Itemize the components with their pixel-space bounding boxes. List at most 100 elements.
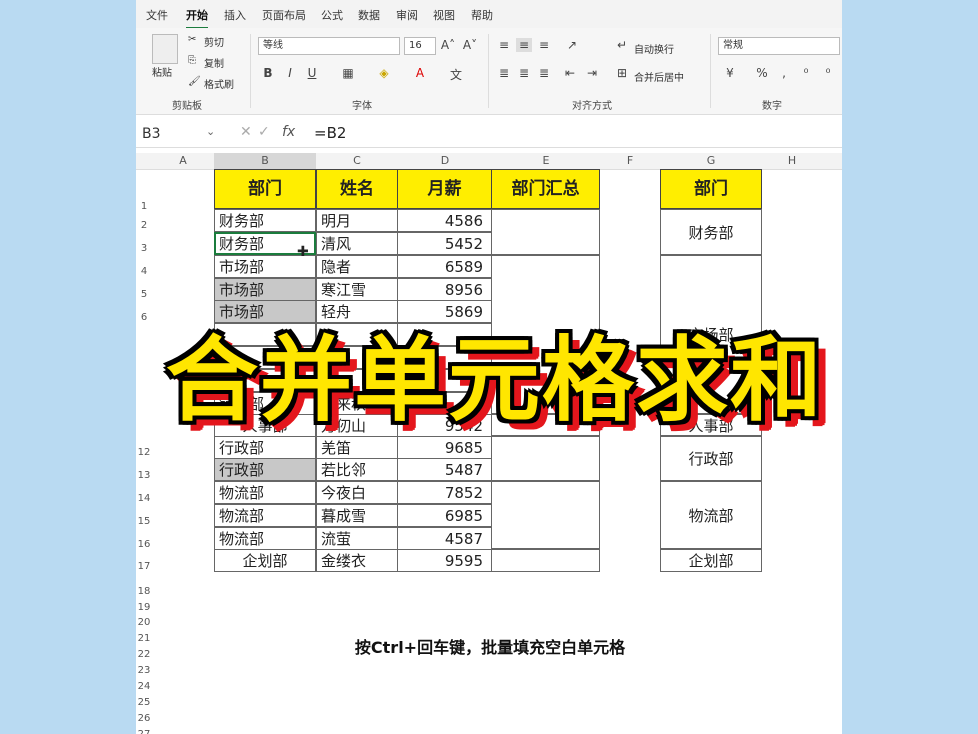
merge-center-icon[interactable]: ⊞	[614, 66, 630, 80]
bold-icon[interactable]: B	[260, 66, 276, 80]
table-cell-name[interactable]: 若比邻	[316, 458, 398, 481]
percent-icon[interactable]: %	[754, 66, 770, 80]
font-color-icon[interactable]: A	[412, 66, 428, 80]
table-cell-name[interactable]: 羌笛	[316, 436, 398, 459]
summary-group-cell[interactable]: 行政部	[660, 436, 762, 481]
row-header[interactable]: 20	[136, 617, 152, 628]
row-header[interactable]: 17	[136, 561, 152, 572]
summary-header-dept[interactable]: 部门	[660, 169, 762, 209]
table-cell-salary[interactable]: 5487	[397, 458, 492, 481]
row-header[interactable]: 14	[136, 493, 152, 504]
increase-font-icon[interactable]: A˄	[440, 38, 456, 52]
tab-file[interactable]: 文件	[146, 7, 168, 23]
tab-review[interactable]: 审阅	[396, 7, 418, 23]
fx-icon[interactable]: fx	[282, 124, 295, 140]
column-header-c[interactable]: C	[316, 153, 398, 169]
underline-icon[interactable]: U	[304, 66, 320, 80]
format-painter-icon[interactable]: 🖌	[188, 76, 201, 87]
row-header[interactable]: 27	[136, 729, 152, 734]
format-painter-button[interactable]: 格式刷	[204, 76, 234, 91]
column-header-h[interactable]: H	[762, 153, 822, 169]
tab-formulas[interactable]: 公式	[321, 7, 343, 23]
tab-page-layout[interactable]: 页面布局	[262, 7, 306, 23]
align-right-icon[interactable]: ≣	[536, 66, 552, 80]
row-header[interactable]: 13	[136, 470, 152, 481]
table-cell-dept[interactable]: 物流部	[214, 527, 316, 550]
copy-button[interactable]: 复制	[204, 55, 224, 70]
cut-icon[interactable]: ✂	[188, 34, 196, 45]
table-cell-dept[interactable]: 行政部	[214, 458, 316, 481]
chevron-down-icon[interactable]: ⌄	[206, 125, 215, 138]
wrap-text-button[interactable]: 自动换行	[634, 41, 674, 56]
tab-view[interactable]: 视图	[433, 7, 455, 23]
comma-icon[interactable]: ,	[776, 66, 792, 80]
row-header[interactable]: 26	[136, 713, 152, 724]
row-header[interactable]: 12	[136, 447, 152, 458]
row-header[interactable]: 21	[136, 633, 152, 644]
table-cell-name[interactable]: 流萤	[316, 527, 398, 550]
align-middle-icon[interactable]: ≡	[516, 38, 532, 52]
summary-cell[interactable]	[491, 549, 600, 572]
confirm-icon[interactable]: ✓	[258, 124, 270, 140]
row-header[interactable]: 23	[136, 665, 152, 676]
decrease-indent-icon[interactable]: ⇤	[562, 66, 578, 80]
column-header-e[interactable]: E	[492, 153, 600, 169]
row-header[interactable]: 16	[136, 539, 152, 550]
copy-icon[interactable]: ⎘	[188, 55, 196, 66]
row-header[interactable]: 15	[136, 516, 152, 527]
font-size-select[interactable]: 16	[404, 37, 436, 55]
table-cell-dept[interactable]: 物流部	[214, 481, 316, 504]
summary-cell[interactable]	[491, 436, 600, 481]
table-cell-salary[interactable]: 7852	[397, 481, 492, 504]
italic-icon[interactable]: I	[282, 66, 298, 80]
paste-icon[interactable]	[152, 34, 178, 64]
table-cell-dept[interactable]: 物流部	[214, 504, 316, 527]
align-bottom-icon[interactable]: ≡	[536, 38, 552, 52]
tab-data[interactable]: 数据	[358, 7, 380, 23]
font-name-select[interactable]: 等线	[258, 37, 400, 55]
fill-color-icon[interactable]: ◈	[376, 66, 392, 80]
table-cell-salary[interactable]: 5452	[397, 232, 492, 255]
table-cell-dept[interactable]: 市场部	[214, 278, 316, 301]
row-header[interactable]: 25	[136, 697, 152, 708]
row-header[interactable]: 19	[136, 602, 152, 613]
header-dept[interactable]: 部门	[214, 169, 316, 209]
increase-indent-icon[interactable]: ⇥	[584, 66, 600, 80]
wrap-text-icon[interactable]: ↵	[614, 38, 630, 52]
summary-group-cell[interactable]: 物流部	[660, 481, 762, 549]
table-cell-dept[interactable]: 企划部	[214, 549, 316, 572]
table-cell-dept[interactable]: 财务部	[214, 209, 316, 232]
table-cell-salary[interactable]: 4587	[397, 527, 492, 550]
table-cell-name[interactable]: 清风	[316, 232, 398, 255]
table-cell-salary[interactable]: 6985	[397, 504, 492, 527]
summary-cell[interactable]	[491, 209, 600, 255]
table-cell-salary[interactable]: 9595	[397, 549, 492, 572]
row-header[interactable]: 2	[136, 220, 152, 231]
decrease-decimal-icon[interactable]: ⁰	[820, 66, 836, 80]
decrease-font-icon[interactable]: A˅	[462, 38, 478, 52]
table-cell-salary[interactable]: 6589	[397, 255, 492, 278]
phonetic-icon[interactable]: 文	[448, 66, 464, 83]
table-cell-name[interactable]: 金缕衣	[316, 549, 398, 572]
table-cell-name[interactable]: 隐者	[316, 255, 398, 278]
cancel-icon[interactable]: ✕	[240, 124, 252, 140]
row-header[interactable]: 4	[136, 266, 152, 277]
header-name[interactable]: 姓名	[316, 169, 398, 209]
border-icon[interactable]: ▦	[340, 66, 356, 80]
cut-button[interactable]: 剪切	[204, 34, 224, 49]
table-cell-salary[interactable]: 4586	[397, 209, 492, 232]
column-header-f[interactable]: F	[600, 153, 660, 169]
number-format-select[interactable]: 常规	[718, 37, 840, 55]
table-cell-name[interactable]: 明月	[316, 209, 398, 232]
summary-group-cell[interactable]: 财务部	[660, 209, 762, 255]
summary-group-cell[interactable]: 企划部	[660, 549, 762, 572]
table-cell-salary[interactable]: 8956	[397, 278, 492, 301]
summary-cell[interactable]	[491, 481, 600, 549]
orientation-icon[interactable]: ↗	[564, 38, 580, 52]
table-cell-name[interactable]: 寒江雪	[316, 278, 398, 301]
tab-insert[interactable]: 插入	[224, 7, 246, 23]
align-center-icon[interactable]: ≣	[516, 66, 532, 80]
row-header[interactable]: 5	[136, 289, 152, 300]
column-header-b[interactable]: B	[214, 153, 316, 169]
align-top-icon[interactable]: ≡	[496, 38, 512, 52]
